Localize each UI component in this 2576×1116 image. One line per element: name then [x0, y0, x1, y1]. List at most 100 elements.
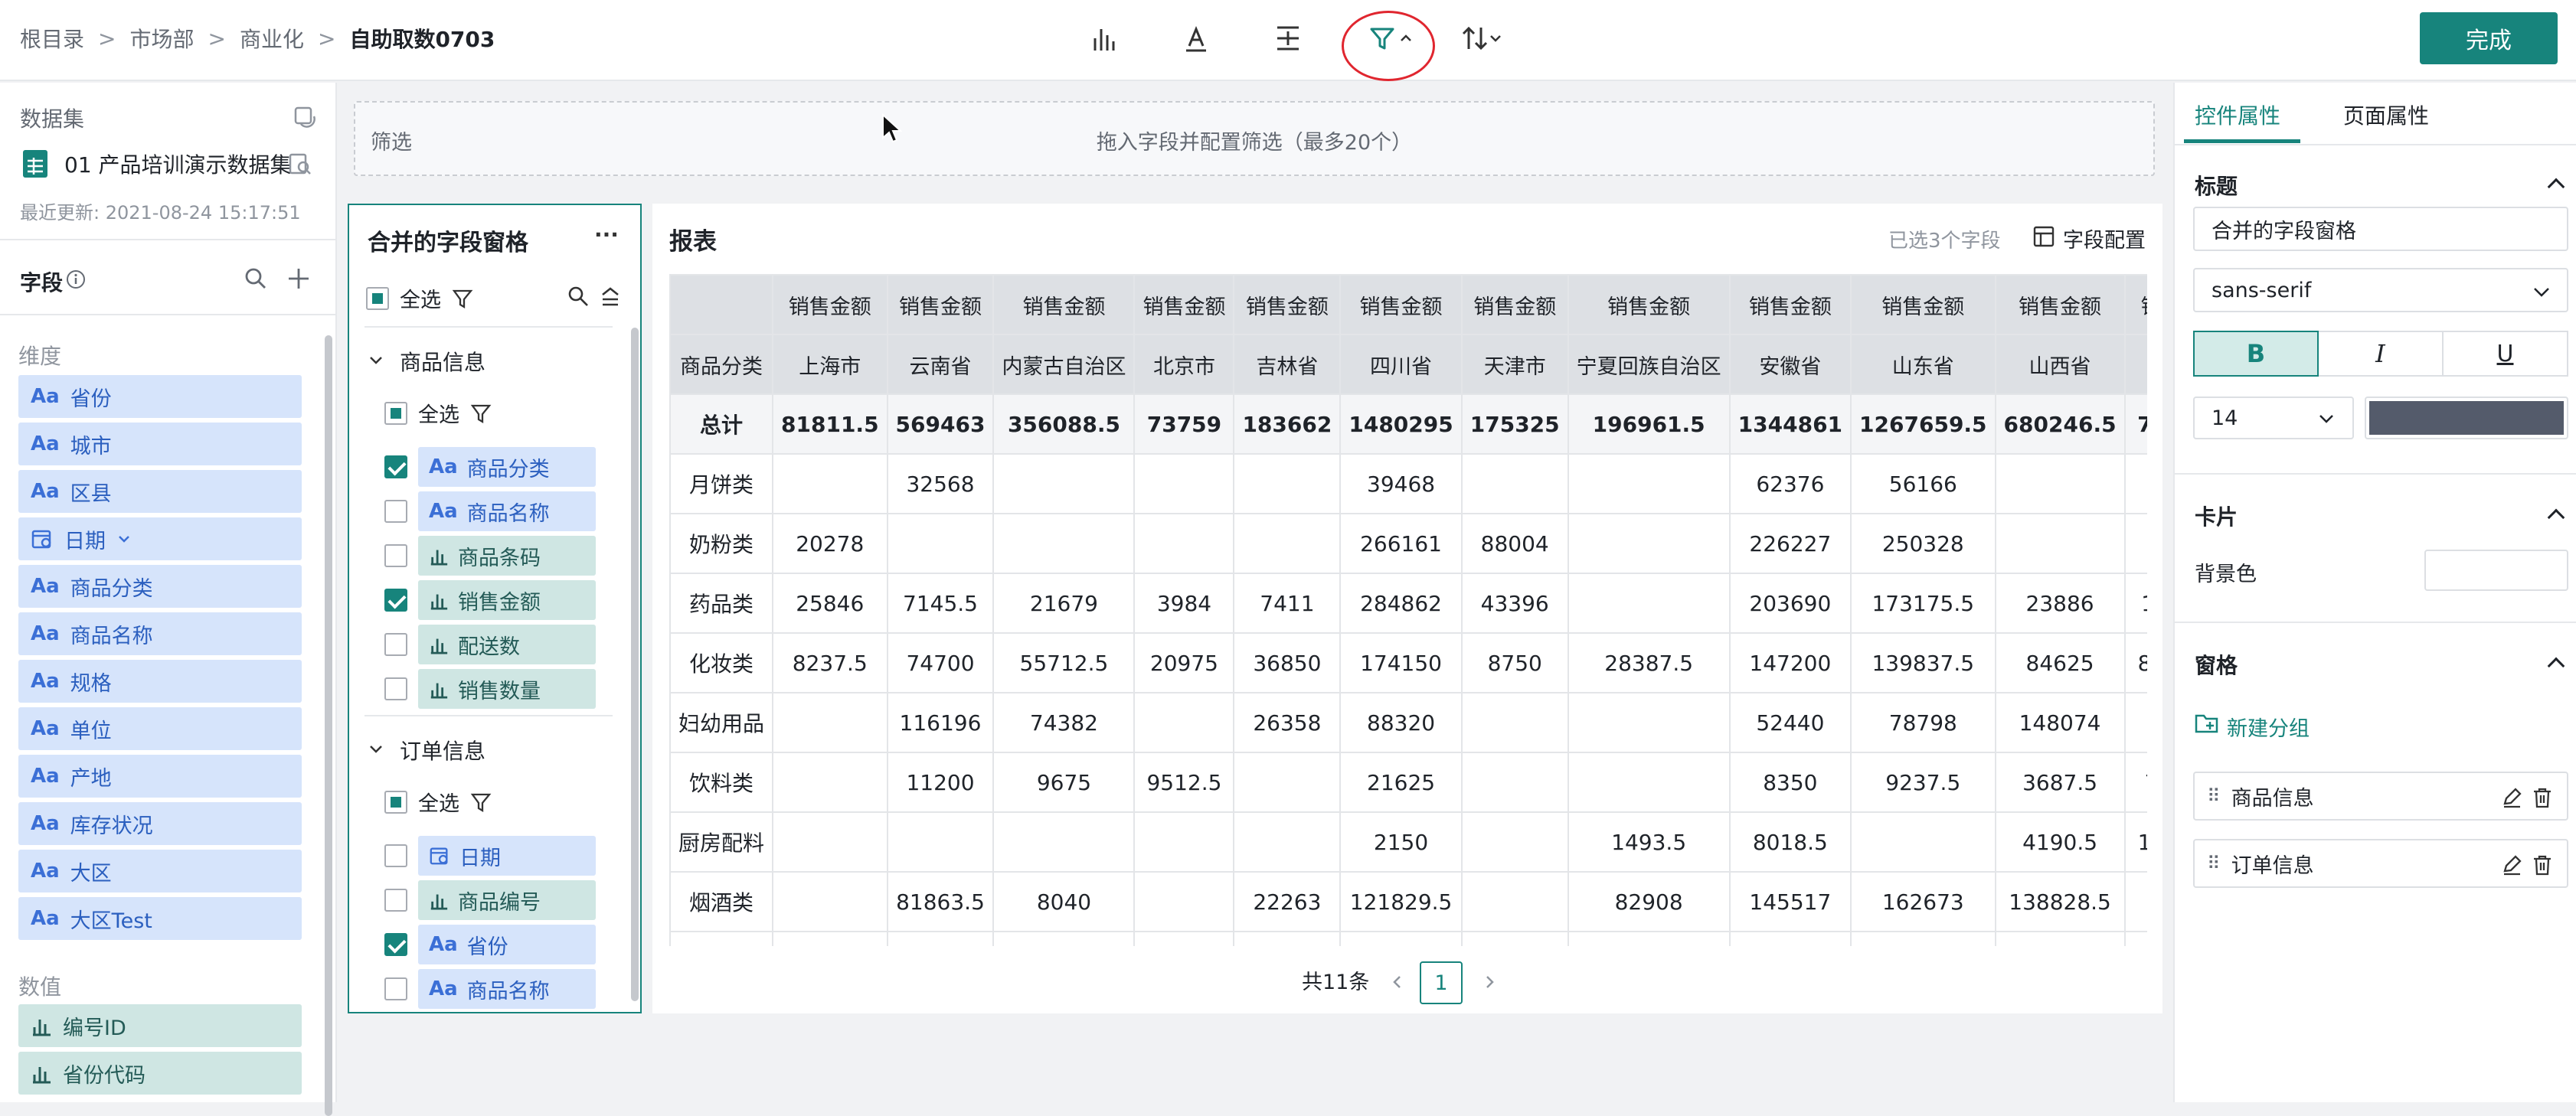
pane-field-row[interactable]: Aa 商品分类 — [384, 447, 596, 487]
pane-field-row[interactable]: Aa 省份 — [384, 925, 596, 964]
field-city[interactable]: Aa 城市 — [18, 423, 302, 465]
pane-field-row[interactable]: 日期 — [384, 836, 596, 876]
checkbox[interactable] — [384, 401, 407, 425]
drag-handle-icon[interactable]: ⠿ — [2207, 853, 2221, 874]
field-spec[interactable]: Aa 规格 — [18, 660, 302, 703]
checkbox[interactable] — [384, 589, 407, 612]
pane-field-tag[interactable]: Aa 商品分类 — [418, 447, 596, 487]
italic-button[interactable]: I — [2319, 331, 2444, 377]
text-toolbar-button[interactable] — [1172, 17, 1221, 60]
done-button[interactable]: 完成 — [2420, 12, 2558, 64]
pane-field-row[interactable]: 商品编号 — [384, 880, 596, 920]
checkbox[interactable] — [384, 790, 407, 814]
checkbox[interactable] — [384, 977, 407, 1000]
more-icon[interactable]: ··· — [594, 222, 619, 247]
chevron-down-icon[interactable] — [368, 741, 384, 758]
delete-icon[interactable] — [2532, 787, 2553, 808]
tab-widget-props[interactable]: 控件属性 — [2195, 100, 2280, 130]
pane-scrollbar[interactable] — [631, 328, 639, 1001]
title-input[interactable]: 合并的字段窗格 — [2193, 207, 2568, 251]
group-select-all[interactable]: 全选 — [384, 787, 493, 817]
filter-clear-icon[interactable] — [470, 402, 493, 425]
chevron-right-icon[interactable] — [1481, 974, 1498, 990]
pane-field-row[interactable]: 销售数量 — [384, 669, 596, 709]
underline-button[interactable]: U — [2444, 331, 2568, 377]
pane-field-tag[interactable]: 日期 — [418, 836, 596, 876]
checkbox[interactable] — [384, 500, 407, 523]
pane-group-item[interactable]: ⠿ 商品信息 — [2193, 772, 2568, 821]
checkbox[interactable] — [384, 455, 407, 478]
font-color-picker[interactable] — [2365, 396, 2568, 439]
delete-icon[interactable] — [2532, 854, 2553, 876]
tab-page-props[interactable]: 页面属性 — [2343, 100, 2429, 130]
pane-field-row[interactable]: 商品条码 — [384, 536, 596, 576]
field-category[interactable]: Aa 商品分类 — [18, 565, 302, 608]
filter-clear-icon[interactable] — [470, 791, 493, 814]
pane-field-row[interactable]: 销售金额 — [384, 580, 596, 620]
checkbox[interactable] — [384, 889, 407, 912]
pane-field-tag[interactable]: 销售数量 — [418, 669, 596, 709]
pane-toolbar-button[interactable] — [1263, 17, 1313, 60]
switch-dataset-icon[interactable] — [293, 104, 317, 129]
pane-field-tag[interactable]: 商品条码 — [418, 536, 596, 576]
pane-field-row[interactable]: Aa 商品名称 — [384, 969, 596, 1009]
field-district[interactable]: Aa 区县 — [18, 470, 302, 513]
pane-field-tag[interactable]: Aa 商品名称 — [418, 969, 596, 1009]
search-icon[interactable] — [567, 285, 590, 308]
chevron-up-icon[interactable] — [2547, 508, 2565, 527]
chevron-down-icon[interactable] — [116, 531, 132, 547]
bold-button[interactable]: B — [2193, 331, 2319, 377]
pane-field-tag[interactable]: 销售金额 — [418, 580, 596, 620]
new-folder-icon[interactable] — [2195, 712, 2219, 735]
pane-field-tag[interactable]: Aa 省份 — [418, 925, 596, 964]
group-select-all[interactable]: 全选 — [384, 398, 493, 428]
pane-field-tag[interactable]: 配送数 — [418, 625, 596, 664]
pane-select-all[interactable]: 全选 — [366, 283, 475, 313]
field-id[interactable]: 编号ID — [18, 1004, 302, 1047]
field-region-test[interactable]: Aa 大区Test — [18, 897, 302, 940]
chevron-left-icon[interactable] — [1389, 974, 1406, 990]
field-province-code[interactable]: 省份代码 — [18, 1052, 302, 1095]
filter-drop-zone[interactable]: 筛选 拖入字段并配置筛选（最多20个） — [354, 101, 2155, 176]
breadcrumb-market[interactable]: 市场部 — [129, 23, 194, 54]
pane-field-tag[interactable]: 商品编号 — [418, 880, 596, 920]
edit-icon[interactable] — [2501, 854, 2522, 876]
bg-color-picker[interactable] — [2424, 550, 2568, 591]
left-scrollbar[interactable] — [325, 335, 332, 1116]
pane-field-row[interactable]: Aa 商品名称 — [384, 491, 596, 531]
checkbox[interactable] — [366, 286, 389, 310]
field-product-name[interactable]: Aa 商品名称 — [18, 612, 302, 655]
checkbox[interactable] — [384, 844, 407, 867]
search-icon[interactable] — [244, 266, 268, 291]
checkbox[interactable] — [384, 677, 407, 700]
field-origin[interactable]: Aa 产地 — [18, 755, 302, 798]
checkbox[interactable] — [384, 933, 407, 956]
add-icon[interactable] — [286, 266, 311, 291]
font-family-select[interactable]: sans-serif — [2193, 268, 2568, 312]
new-group-button[interactable]: 新建分组 — [2227, 712, 2310, 742]
field-unit[interactable]: Aa 单位 — [18, 707, 302, 750]
sort-toolbar-button[interactable] — [1455, 17, 1509, 60]
filter-clear-icon[interactable] — [452, 287, 475, 310]
info-icon[interactable] — [66, 269, 86, 289]
breadcrumb-root[interactable]: 根目录 — [20, 23, 84, 54]
field-region[interactable]: Aa 大区 — [18, 850, 302, 892]
view-dataset-icon[interactable] — [288, 152, 312, 176]
pane-field-row[interactable]: 配送数 — [384, 625, 596, 664]
page-button-current[interactable]: 1 — [1420, 961, 1463, 1004]
field-date[interactable]: 日期 — [18, 517, 302, 560]
merged-field-pane[interactable]: 合并的字段窗格 ··· 全选 商品信息 全选 Aa 商品分类 Aa 商品名称 商品条码销… — [348, 204, 642, 1013]
chart-toolbar-button[interactable] — [1080, 17, 1129, 60]
font-size-select[interactable]: 14 — [2193, 396, 2354, 439]
chevron-up-icon[interactable] — [2547, 657, 2565, 675]
report-card[interactable]: 报表 已选3个字段 字段配置 销售金额 销售金额 销售金额 销售金额 销售金额 销售金额销… — [652, 204, 2162, 1013]
pane-field-tag[interactable]: Aa 商品名称 — [418, 491, 596, 531]
group-name[interactable]: 订单信息 — [400, 735, 485, 765]
chevron-up-icon[interactable] — [2547, 178, 2565, 196]
checkbox[interactable] — [384, 544, 407, 567]
edit-icon[interactable] — [2501, 787, 2522, 808]
pane-group-item[interactable]: ⠿ 订单信息 — [2193, 839, 2568, 888]
field-stock-status[interactable]: Aa 库存状况 — [18, 802, 302, 845]
drag-handle-icon[interactable]: ⠿ — [2207, 785, 2221, 807]
chevron-down-icon[interactable] — [368, 352, 384, 369]
